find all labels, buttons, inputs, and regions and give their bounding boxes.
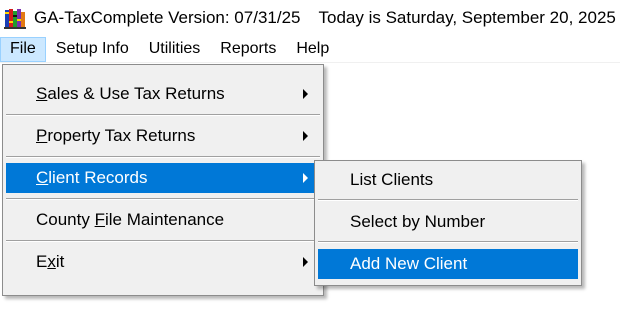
menu-separator	[6, 114, 320, 116]
menu-item-label: Add New Client	[350, 254, 468, 273]
menu-separator	[6, 240, 320, 242]
submenu-arrow-icon	[303, 89, 308, 99]
menu-separator	[318, 199, 578, 201]
menu-item-label: Sales & Use Tax Returns	[36, 84, 225, 103]
menu-item-select-by-number[interactable]: Select by Number	[318, 207, 578, 237]
submenu-arrow-icon	[303, 257, 308, 267]
window-title: GA-TaxComplete Version: 07/31/25	[34, 8, 301, 27]
menu-file[interactable]: File	[0, 36, 46, 62]
menubar-divider	[0, 62, 620, 63]
menu-item-county-file-maintenance[interactable]: County File Maintenance	[6, 205, 320, 235]
menu-item-label: Exit	[36, 252, 65, 271]
menu-item-label: List Clients	[350, 170, 434, 189]
today-date-text: Today is Saturday, September 20, 2025	[318, 8, 616, 27]
menu-setup-info[interactable]: Setup Info	[46, 37, 139, 62]
menu-utilities[interactable]: Utilities	[139, 37, 211, 62]
menu-item-client-records[interactable]: Client Records	[6, 163, 320, 193]
menu-item-sales-use-tax-returns[interactable]: Sales & Use Tax Returns	[6, 79, 320, 109]
menu-help[interactable]: Help	[286, 37, 339, 62]
menu-item-label: Property Tax Returns	[36, 126, 196, 145]
menu-item-label: Select by Number	[350, 212, 486, 231]
menu-separator	[6, 198, 320, 200]
menu-reports[interactable]: Reports	[210, 37, 286, 62]
submenu-arrow-icon	[303, 131, 308, 141]
menu-item-label: County File Maintenance	[36, 210, 225, 229]
file-menu: Sales & Use Tax Returns Property Tax Ret…	[2, 64, 324, 296]
app-books-icon	[4, 9, 26, 29]
menu-item-exit[interactable]: Exit	[6, 247, 320, 277]
menu-bar: File Setup Info Utilities Reports Help	[0, 36, 620, 62]
submenu-arrow-icon	[303, 173, 308, 183]
menu-item-list-clients[interactable]: List Clients	[318, 165, 578, 195]
title-bar: GA-TaxComplete Version: 07/31/25 Today i…	[0, 0, 620, 36]
menu-separator	[318, 241, 578, 243]
menu-item-add-new-client[interactable]: Add New Client	[318, 249, 578, 279]
menu-item-property-tax-returns[interactable]: Property Tax Returns	[6, 121, 320, 151]
menu-separator	[6, 156, 320, 158]
menu-item-label: Client Records	[36, 168, 148, 187]
client-records-submenu: List Clients Select by Number Add New Cl…	[314, 160, 582, 286]
